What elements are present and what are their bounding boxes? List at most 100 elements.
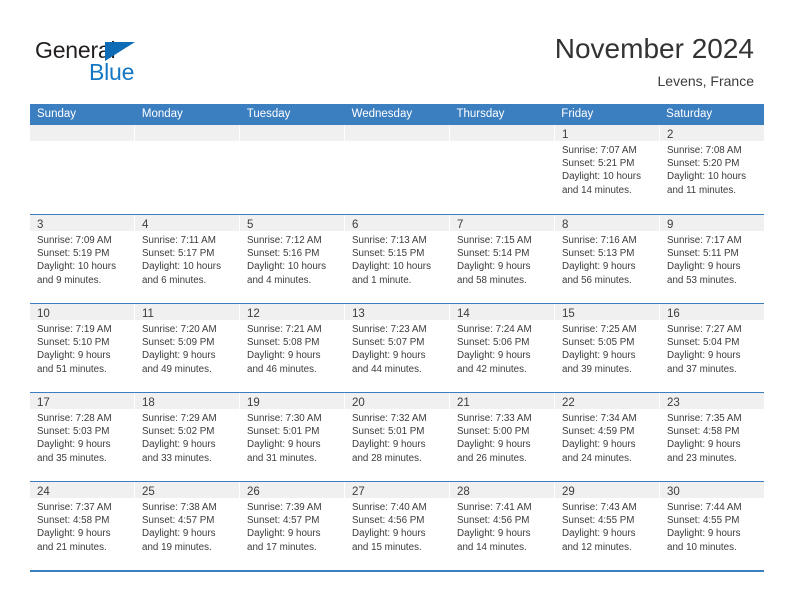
daylight-duration-line2: and 46 minutes. [247,363,317,375]
day-number: 29 [562,486,575,498]
day-number: 7 [457,219,464,231]
sunrise-time: Sunrise: 7:07 AM [562,145,637,156]
sunrise-time: Sunrise: 7:33 AM [457,413,532,424]
calendar-day-cell[interactable]: 10 Sunrise: 7:19 AM Sunset: 5:10 PM Dayligh… [30,304,135,392]
day-sun-info: Sunrise: 7:32 AM Sunset: 5:01 PM Daylight:… [345,409,449,465]
day-sun-info: Sunrise: 7:37 AM Sunset: 4:58 PM Daylight:… [30,498,134,554]
daylight-duration-line1: Daylight: 9 hours [352,350,426,362]
daylight-duration-line2: and 37 minutes. [667,363,737,375]
daylight-duration-line1: Daylight: 9 hours [562,261,636,273]
calendar-day-cell[interactable]: 26 Sunrise: 7:39 AM Sunset: 4:57 PM Dayligh… [240,482,345,570]
day-sun-info: Sunrise: 7:33 AM Sunset: 5:00 PM Daylight:… [450,409,554,465]
calendar-day-cell[interactable]: 11 Sunrise: 7:20 AM Sunset: 5:09 PM Dayligh… [135,304,240,392]
daylight-duration-line2: and 58 minutes. [457,274,527,286]
calendar-day-cell[interactable]: 19 Sunrise: 7:30 AM Sunset: 5:01 PM Dayligh… [240,393,345,481]
day-sun-info: Sunrise: 7:07 AM Sunset: 5:21 PM Daylight:… [555,141,659,197]
calendar-day-cell[interactable]: 28 Sunrise: 7:41 AM Sunset: 4:56 PM Dayligh… [450,482,555,570]
calendar-day-cell[interactable]: 6 Sunrise: 7:13 AM Sunset: 5:15 PM Daylight… [345,215,450,303]
day-number-band: 21 [450,393,554,409]
calendar-day-cell-empty [240,125,345,214]
calendar-day-cell[interactable]: 20 Sunrise: 7:32 AM Sunset: 5:01 PM Dayligh… [345,393,450,481]
sunrise-time: Sunrise: 7:28 AM [37,413,112,424]
daylight-duration-line1: Daylight: 9 hours [562,439,636,451]
daylight-duration-line1: Daylight: 9 hours [457,528,531,540]
title-block: November 2024 Levens, France [555,32,754,91]
day-number-band: 8 [555,215,659,231]
daylight-duration-line2: and 49 minutes. [142,363,212,375]
daylight-duration-line1: Daylight: 9 hours [247,439,321,451]
calendar-day-cell[interactable]: 16 Sunrise: 7:27 AM Sunset: 5:04 PM Dayligh… [660,304,764,392]
daylight-duration-line1: Daylight: 9 hours [142,439,216,451]
daylight-duration-line2: and 17 minutes. [247,541,317,553]
calendar-day-cell[interactable]: 2 Sunrise: 7:08 AM Sunset: 5:20 PM Daylight… [660,125,764,214]
calendar-day-cell[interactable]: 5 Sunrise: 7:12 AM Sunset: 5:16 PM Daylight… [240,215,345,303]
day-sun-info: Sunrise: 7:11 AM Sunset: 5:17 PM Daylight:… [135,231,239,287]
day-number-band: 16 [660,304,764,320]
daylight-duration-line1: Daylight: 10 hours [37,261,116,273]
daylight-duration-line2: and 6 minutes. [142,274,207,286]
calendar-day-cell[interactable]: 23 Sunrise: 7:35 AM Sunset: 4:58 PM Dayligh… [660,393,764,481]
calendar-grid: Sunday Monday Tuesday Wednesday Thursday… [30,104,764,572]
sunrise-time: Sunrise: 7:13 AM [352,235,427,246]
calendar-day-cell[interactable]: 27 Sunrise: 7:40 AM Sunset: 4:56 PM Dayligh… [345,482,450,570]
day-number-band: 19 [240,393,344,409]
daylight-duration-line1: Daylight: 9 hours [142,528,216,540]
daylight-duration-line2: and 19 minutes. [142,541,212,553]
calendar-day-cell[interactable]: 1 Sunrise: 7:07 AM Sunset: 5:21 PM Daylight… [555,125,660,214]
calendar-day-cell[interactable]: 17 Sunrise: 7:28 AM Sunset: 5:03 PM Dayligh… [30,393,135,481]
sunrise-time: Sunrise: 7:34 AM [562,413,637,424]
calendar-day-cell[interactable]: 7 Sunrise: 7:15 AM Sunset: 5:14 PM Daylight… [450,215,555,303]
calendar-day-cell[interactable]: 12 Sunrise: 7:21 AM Sunset: 5:08 PM Dayligh… [240,304,345,392]
calendar-day-cell-empty [30,125,135,214]
day-number-band: 26 [240,482,344,498]
day-number-band: 1 [555,125,659,141]
calendar-day-cell[interactable]: 3 Sunrise: 7:09 AM Sunset: 5:19 PM Daylight… [30,215,135,303]
daylight-duration-line2: and 33 minutes. [142,452,212,464]
day-number: 10 [37,308,50,320]
weekday-header-thursday: Thursday [456,108,505,120]
day-number-band [240,125,344,141]
calendar-day-cell[interactable]: 22 Sunrise: 7:34 AM Sunset: 4:59 PM Dayligh… [555,393,660,481]
sunrise-time: Sunrise: 7:20 AM [142,324,217,335]
calendar-day-cell[interactable]: 13 Sunrise: 7:23 AM Sunset: 5:07 PM Dayligh… [345,304,450,392]
daylight-duration-line1: Daylight: 9 hours [667,261,741,273]
daylight-duration-line1: Daylight: 9 hours [667,350,741,362]
sunrise-time: Sunrise: 7:44 AM [667,502,742,513]
calendar-day-cell[interactable]: 4 Sunrise: 7:11 AM Sunset: 5:17 PM Daylight… [135,215,240,303]
day-sun-info: Sunrise: 7:34 AM Sunset: 4:59 PM Daylight:… [555,409,659,465]
day-number-band: 27 [345,482,449,498]
daylight-duration-line2: and 26 minutes. [457,452,527,464]
daylight-duration-line2: and 9 minutes. [37,274,102,286]
calendar-day-cell[interactable]: 8 Sunrise: 7:16 AM Sunset: 5:13 PM Daylight… [555,215,660,303]
day-number: 11 [142,308,154,320]
day-number-band: 24 [30,482,134,498]
sunset-time: Sunset: 4:59 PM [562,426,635,438]
daylight-duration-line1: Daylight: 9 hours [247,350,321,362]
day-sun-info: Sunrise: 7:28 AM Sunset: 5:03 PM Daylight:… [30,409,134,465]
calendar-day-cell[interactable]: 15 Sunrise: 7:25 AM Sunset: 5:05 PM Dayligh… [555,304,660,392]
calendar-day-cell[interactable]: 21 Sunrise: 7:33 AM Sunset: 5:00 PM Dayligh… [450,393,555,481]
sunset-time: Sunset: 5:07 PM [352,337,425,349]
calendar-day-cell[interactable]: 9 Sunrise: 7:17 AM Sunset: 5:11 PM Daylight… [660,215,764,303]
daylight-duration-line1: Daylight: 9 hours [667,439,741,451]
day-number: 30 [667,486,680,498]
general-blue-logo[interactable]: General Blue [35,37,225,87]
day-number-band: 18 [135,393,239,409]
calendar-day-cell[interactable]: 14 Sunrise: 7:24 AM Sunset: 5:06 PM Dayligh… [450,304,555,392]
sunset-time: Sunset: 4:55 PM [562,515,635,527]
calendar-day-cell[interactable]: 18 Sunrise: 7:29 AM Sunset: 5:02 PM Dayligh… [135,393,240,481]
daylight-duration-line1: Daylight: 9 hours [457,350,531,362]
calendar-day-cell[interactable]: 30 Sunrise: 7:44 AM Sunset: 4:55 PM Dayligh… [660,482,764,570]
calendar-day-cell[interactable]: 24 Sunrise: 7:37 AM Sunset: 4:58 PM Dayligh… [30,482,135,570]
daylight-duration-line1: Daylight: 9 hours [37,439,111,451]
calendar-day-cell[interactable]: 25 Sunrise: 7:38 AM Sunset: 4:57 PM Dayligh… [135,482,240,570]
daylight-duration-line1: Daylight: 9 hours [37,528,111,540]
daylight-duration-line1: Daylight: 9 hours [457,261,531,273]
sunrise-time: Sunrise: 7:30 AM [247,413,322,424]
sunrise-time: Sunrise: 7:17 AM [667,235,742,246]
day-number: 28 [457,486,470,498]
daylight-duration-line1: Daylight: 10 hours [562,171,641,183]
sunset-time: Sunset: 5:17 PM [142,248,215,260]
daylight-duration-line2: and 51 minutes. [37,363,107,375]
calendar-day-cell[interactable]: 29 Sunrise: 7:43 AM Sunset: 4:55 PM Dayligh… [555,482,660,570]
